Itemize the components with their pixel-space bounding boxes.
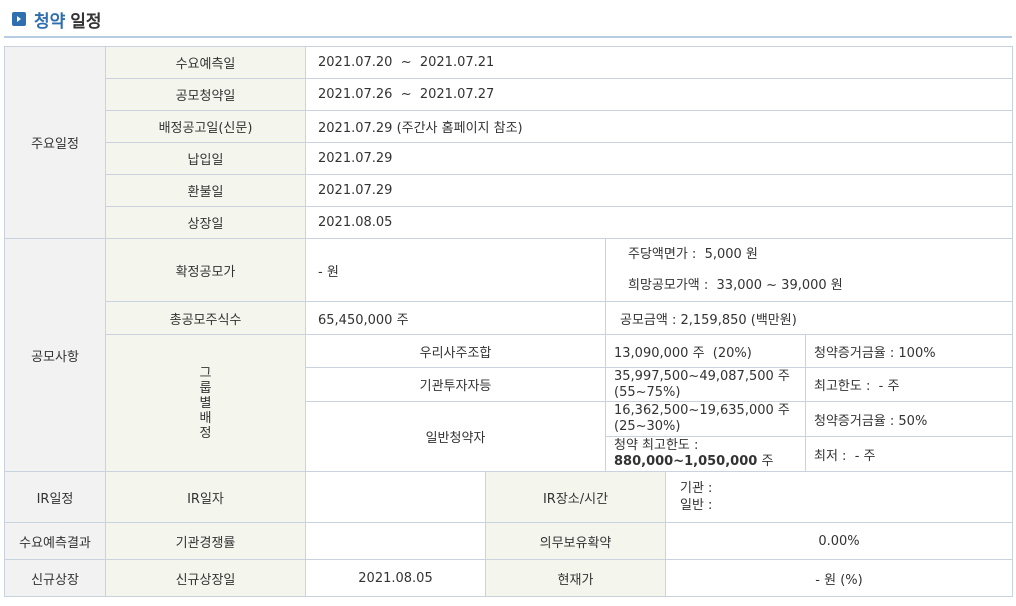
group-institution-name: 기관투자자등 xyxy=(305,367,606,402)
current-price-value: - 원 (%) xyxy=(665,559,1013,597)
ir-place-label: IR장소/시간 xyxy=(485,471,666,523)
limit-value: 880,000~1,050,000 xyxy=(614,454,758,469)
section-title: 청약 일정 xyxy=(12,6,102,32)
final-price-value: - 원 xyxy=(305,238,606,302)
limit-line: 880,000~1,050,000 주 xyxy=(614,454,805,470)
section-label-listing: 신규상장 xyxy=(4,559,106,597)
listing-date-label: 신규상장일 xyxy=(105,559,306,597)
row-label: 공모청약일 xyxy=(105,78,306,111)
table-row: 배정공고일(신문) 2021.07.29 (주간사 홈페이지 참조) xyxy=(5,110,1013,143)
table-row: 환불일 2021.07.29 xyxy=(5,174,1013,207)
ir-date-label: IR일자 xyxy=(105,471,306,523)
desired-price: 희망공모가액 : 33,000 ~ 39,000 원 xyxy=(628,278,843,293)
total-shares-label: 총공모주식수 xyxy=(105,301,306,335)
row-label: 배정공고일(신문) xyxy=(105,110,306,143)
group-label-char: 별 xyxy=(199,395,212,411)
limit-label: 청약 최고한도 : xyxy=(614,438,699,453)
ir-retail: 일반 : xyxy=(680,498,713,513)
limit-unit: 주 xyxy=(761,454,774,469)
table-row: 주요일정 수요예측일 2021.07.20 ~ 2021.07.21 xyxy=(4,46,1013,239)
row-value: 2021.07.20 ~ 2021.07.21 xyxy=(305,46,1013,79)
ir-place-value: 기관 : 일반 : xyxy=(665,471,1013,523)
shares-range: 35,997,500~49,087,500 주 xyxy=(614,368,790,384)
row-label: 환불일 xyxy=(105,174,306,207)
shares-percent: (25~30%) xyxy=(614,419,681,434)
price-info-cell: 주당액면가 : 5,000 원 희망공모가액 : 33,000 ~ 39,000… xyxy=(605,238,1013,302)
group-employee-shares: 13,090,000 주 (20%) xyxy=(605,334,806,368)
total-amount: 공모금액 : 2,159,850 (백만원) xyxy=(605,301,1013,335)
table-row: 납입일 2021.07.29 xyxy=(5,142,1013,175)
row-label: 상장일 xyxy=(105,206,306,239)
section-label-offering: 공모사항 xyxy=(4,238,106,472)
group-retail-note: 청약증거금율 : 50% xyxy=(805,401,1013,437)
section-label-demand-result: 수요예측결과 xyxy=(4,522,106,560)
table-row: 수요예측결과 기관경쟁률 의무보유확약 0.00% xyxy=(4,522,1013,560)
row-value: 2021.07.29 xyxy=(305,142,1013,175)
title-accent: 청약 xyxy=(34,11,66,32)
group-label-char: 룹 xyxy=(199,380,212,396)
group-retail-limit: 청약 최고한도 : 880,000~1,050,000 주 xyxy=(605,436,806,472)
table-row: IR일정 IR일자 IR장소/시간 기관 : 일반 : xyxy=(4,471,1013,523)
group-institution-shares: 35,997,500~49,087,500 주 (55~75%) xyxy=(605,367,806,402)
group-allocation-label: 그 룹 별 배 정 xyxy=(105,334,306,472)
table-row: 총공모주식수 65,450,000 주 공모금액 : 2,159,850 (백만… xyxy=(5,301,1013,335)
table-row: 상장일 2021.08.05 xyxy=(5,206,1013,239)
group-retail-minimum: 최저 : - 주 xyxy=(805,436,1013,472)
competition-value xyxy=(305,522,486,560)
total-shares-value: 65,450,000 주 xyxy=(305,301,606,335)
competition-label: 기관경쟁률 xyxy=(105,522,306,560)
row-value: 2021.07.26 ~ 2021.07.27 xyxy=(305,78,1013,111)
title-rest: 일정 xyxy=(70,11,102,32)
table-row: 공모청약일 2021.07.26 ~ 2021.07.27 xyxy=(5,78,1013,111)
final-price-label: 확정공모가 xyxy=(105,238,306,302)
shares-range: 16,362,500~19,635,000 주 xyxy=(614,403,790,418)
row-value: 2021.07.29 xyxy=(305,174,1013,207)
group-institution-note: 최고한도 : - 주 xyxy=(805,367,1013,402)
title-divider xyxy=(4,36,1012,38)
ir-institution: 기관 : xyxy=(680,481,713,496)
group-label-char: 배 xyxy=(199,410,212,426)
section-label-ir: IR일정 xyxy=(4,471,106,523)
section-label-main-schedule: 주요일정 xyxy=(4,46,106,239)
listing-date-value: 2021.08.05 xyxy=(305,559,486,597)
table-row: 공모사항 확정공모가 - 원 주당액면가 : 5,000 원 희망공모가액 : … xyxy=(4,238,1013,472)
group-label-char: 정 xyxy=(199,425,212,441)
shares-percent: (55~75%) xyxy=(614,384,681,400)
table-row: 신규상장 신규상장일 2021.08.05 현재가 - 원 (%) xyxy=(4,559,1013,597)
par-value: 주당액면가 : 5,000 원 xyxy=(628,247,758,262)
table-row: 그 룹 별 배 정 우리사주조합 13,090,000 주 (20%) 청약증거… xyxy=(5,334,1013,472)
lockup-value: 0.00% xyxy=(665,522,1013,560)
ir-date-value xyxy=(305,471,486,523)
group-employee-note: 청약증거금율 : 100% xyxy=(805,334,1013,368)
group-label-char: 그 xyxy=(199,365,212,381)
row-value: 2021.07.29 (주간사 홈페이지 참조) xyxy=(305,110,1013,143)
lockup-label: 의무보유확약 xyxy=(485,522,666,560)
group-employee-name: 우리사주조합 xyxy=(305,334,606,368)
arrow-right-icon xyxy=(12,12,26,26)
group-retail-shares: 16,362,500~19,635,000 주 (25~30%) xyxy=(605,401,806,437)
group-retail-name: 일반청약자 xyxy=(305,401,606,472)
subscription-schedule-table: 주요일정 수요예측일 2021.07.20 ~ 2021.07.21 공모청약일… xyxy=(4,46,1013,597)
row-value: 2021.08.05 xyxy=(305,206,1013,239)
row-label: 납입일 xyxy=(105,142,306,175)
row-label: 수요예측일 xyxy=(105,46,306,79)
current-price-label: 현재가 xyxy=(485,559,666,597)
